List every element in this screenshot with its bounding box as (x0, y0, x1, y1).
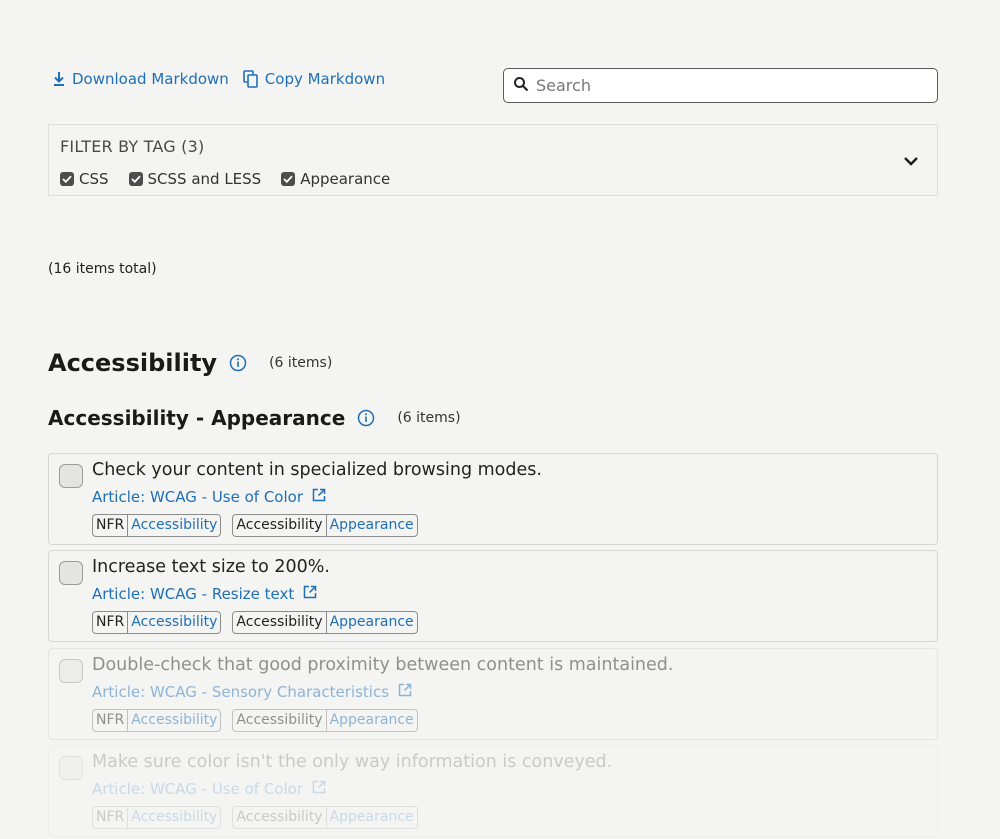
tag-value: Appearance (329, 614, 414, 630)
article-link[interactable]: Article: WCAG - Resize text (92, 585, 317, 603)
item-checkbox[interactable] (59, 464, 83, 488)
checkbox-checked-icon[interactable] (128, 172, 143, 186)
tag-pill[interactable]: Accessibility Appearance (232, 611, 418, 634)
external-link-icon (312, 488, 326, 506)
item-tags: NFR Accessibility Accessibility Appearance (92, 806, 418, 829)
tag-key: Accessibility (233, 807, 327, 828)
item-checkbox[interactable] (59, 659, 83, 683)
tag-value: Appearance (329, 809, 414, 825)
article-link-label: Article: WCAG - Use of Color (92, 780, 303, 798)
tag-key: Accessibility (233, 612, 327, 633)
tag-key: NFR (93, 515, 129, 536)
checkbox-checked-icon[interactable] (60, 172, 74, 186)
external-link-icon (303, 585, 317, 603)
tag-key: NFR (93, 710, 129, 731)
download-markdown-link[interactable]: Download Markdown (52, 70, 229, 88)
subsection-count: (6 items) (397, 410, 461, 426)
article-link[interactable]: Article: WCAG - Sensory Characteristics (92, 683, 412, 701)
tag-pill[interactable]: NFR Accessibility (92, 611, 222, 634)
filter-title: FILTER BY TAG (3) (60, 137, 205, 156)
external-link-icon (398, 683, 412, 701)
filter-tag-label: Appearance (300, 170, 391, 188)
tag-key: NFR (93, 807, 129, 828)
item-tags: NFR Accessibility Accessibility Appearance (92, 709, 418, 732)
toolbar: Download Markdown Copy Markdown (52, 70, 385, 88)
article-link-label: Article: WCAG - Sensory Characteristics (92, 683, 390, 701)
filter-panel: FILTER BY TAG (3) CSS SCSS and LESS Appe… (48, 124, 938, 196)
tag-value: Appearance (329, 517, 414, 533)
filter-tag-appearance[interactable]: Appearance (281, 170, 390, 188)
tag-value: Appearance (329, 712, 414, 728)
item-checkbox[interactable] (59, 756, 83, 780)
tag-value: Accessibility (131, 614, 218, 630)
section-heading: Accessibility (6 items) (48, 349, 332, 377)
subsection-title: Accessibility - Appearance (48, 406, 346, 430)
tag-value: Accessibility (131, 712, 218, 728)
download-icon (52, 71, 66, 87)
tag-pill[interactable]: NFR Accessibility (92, 806, 222, 829)
copy-markdown-link[interactable]: Copy Markdown (242, 70, 386, 88)
filter-tag-label: SCSS and LESS (147, 170, 262, 188)
checkbox-checked-icon[interactable] (281, 172, 296, 186)
tag-value: Accessibility (131, 517, 218, 533)
section-count: (6 items) (269, 355, 333, 371)
article-link[interactable]: Article: WCAG - Use of Color (92, 488, 326, 506)
checklist-item: Make sure color isn't the only way infor… (48, 745, 938, 837)
tag-value: Accessibility (131, 809, 218, 825)
checklist-item: Check your content in specialized browsi… (48, 453, 938, 545)
article-link-label: Article: WCAG - Resize text (92, 585, 295, 603)
tag-pill[interactable]: NFR Accessibility (92, 709, 222, 732)
tag-key: NFR (93, 612, 129, 633)
tag-pill[interactable]: Accessibility Appearance (232, 709, 418, 732)
copy-icon (242, 70, 259, 88)
info-icon[interactable] (229, 354, 247, 372)
tag-pill[interactable]: Accessibility Appearance (232, 514, 418, 537)
items-total: (16 items total) (48, 261, 157, 277)
item-tags: NFR Accessibility Accessibility Appearance (92, 514, 418, 537)
item-title: Check your content in specialized browsi… (92, 460, 542, 480)
search-icon (513, 76, 529, 96)
chevron-down-icon[interactable] (903, 151, 919, 170)
checklist-item: Increase text size to 200%. Article: WCA… (48, 550, 938, 642)
search-box (503, 68, 938, 103)
tag-key: Accessibility (233, 515, 327, 536)
filter-tag-label: CSS (79, 170, 109, 188)
download-markdown-label: Download Markdown (72, 70, 229, 88)
tag-pill[interactable]: Accessibility Appearance (232, 806, 418, 829)
page: Download Markdown Copy Markdown FILTER B… (0, 0, 1000, 839)
info-icon[interactable] (357, 409, 375, 427)
tag-key: Accessibility (233, 710, 327, 731)
subsection-heading: Accessibility - Appearance (6 items) (48, 406, 461, 430)
external-link-icon (312, 780, 326, 798)
checklist-item: Double-check that good proximity between… (48, 648, 938, 740)
section-title: Accessibility (48, 349, 218, 377)
item-title: Make sure color isn't the only way infor… (92, 752, 613, 772)
tag-pill[interactable]: NFR Accessibility (92, 514, 222, 537)
item-checkbox[interactable] (59, 561, 83, 585)
article-link-label: Article: WCAG - Use of Color (92, 488, 303, 506)
item-title: Double-check that good proximity between… (92, 655, 674, 675)
copy-markdown-label: Copy Markdown (264, 70, 386, 88)
item-title: Increase text size to 200%. (92, 557, 330, 577)
article-link[interactable]: Article: WCAG - Use of Color (92, 780, 326, 798)
filter-tag-scss-less[interactable]: SCSS and LESS (128, 170, 262, 188)
filter-tags: CSS SCSS and LESS Appearance (60, 170, 390, 188)
filter-tag-css[interactable]: CSS (60, 170, 109, 188)
search-input[interactable] (536, 76, 916, 95)
item-tags: NFR Accessibility Accessibility Appearance (92, 611, 418, 634)
